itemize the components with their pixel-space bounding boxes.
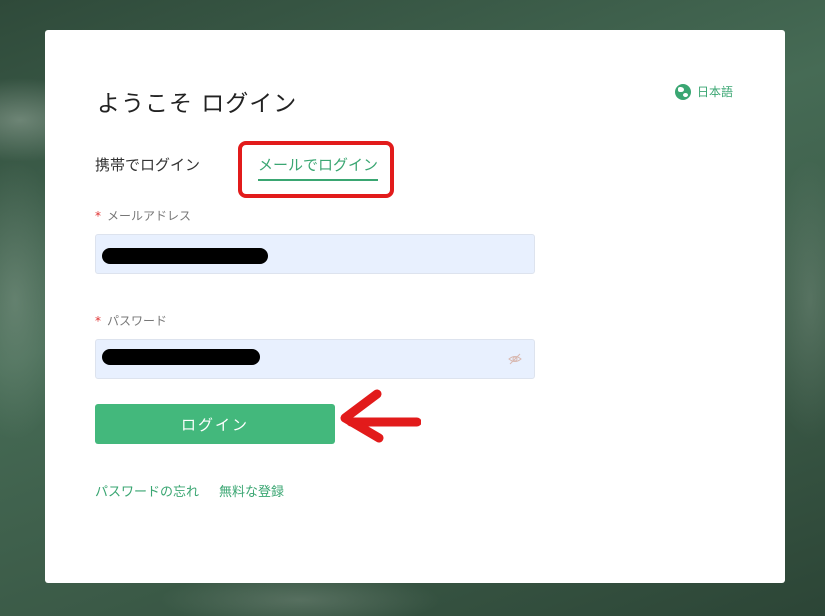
tab-phone-login[interactable]: 携帯でログイン xyxy=(95,154,200,175)
login-button[interactable]: ログイン xyxy=(95,404,335,444)
annotation-highlight-box xyxy=(238,141,394,198)
password-label: * パスワード xyxy=(95,312,167,329)
required-mark: * xyxy=(95,209,101,223)
required-mark: * xyxy=(95,314,101,328)
redaction-mark xyxy=(102,349,260,365)
page-title: ようこそ ログイン xyxy=(97,91,298,117)
login-card: ようこそ ログイン 日本語 携帯でログイン メールでログイン * メールアドレス … xyxy=(45,30,785,583)
password-label-text: パスワード xyxy=(107,314,168,328)
redaction-mark xyxy=(102,248,268,264)
email-field[interactable] xyxy=(95,234,535,274)
annotation-arrow-icon xyxy=(340,389,421,443)
forgot-password-link[interactable]: パスワードの忘れ xyxy=(95,481,199,500)
eye-hidden-icon[interactable] xyxy=(508,352,522,366)
language-selector[interactable]: 日本語 xyxy=(675,83,733,100)
email-label-text: メールアドレス xyxy=(107,209,192,223)
language-label: 日本語 xyxy=(697,85,734,99)
password-field[interactable] xyxy=(95,339,535,379)
globe-icon xyxy=(675,83,691,100)
register-link[interactable]: 無料な登録 xyxy=(219,481,284,500)
email-label: * メールアドレス xyxy=(95,207,191,224)
footer-links: パスワードの忘れ 無料な登録 xyxy=(95,481,284,500)
